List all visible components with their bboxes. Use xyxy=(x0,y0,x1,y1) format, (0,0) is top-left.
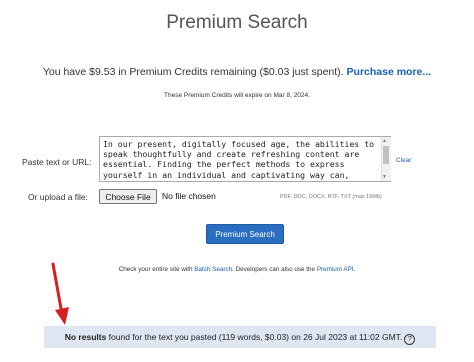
choose-file-button[interactable]: Choose File xyxy=(99,189,157,204)
scroll-up-arrow-icon[interactable]: ▲ xyxy=(382,138,387,144)
scroll-down-arrow-icon[interactable]: ▼ xyxy=(382,174,387,180)
scrollbar-thumb[interactable] xyxy=(383,146,389,164)
batch-search-link[interactable]: Batch Search xyxy=(194,266,232,273)
batch-suffix: . xyxy=(353,266,356,273)
batch-prefix: Check your entire site with xyxy=(118,266,195,273)
purchase-more-link[interactable]: Purchase more... xyxy=(347,66,432,78)
page-title: Premium Search xyxy=(166,12,308,33)
paste-label: Paste text or URL: xyxy=(22,157,92,167)
question-circle-icon[interactable]: ? xyxy=(404,334,416,345)
red-arrow-annotation-icon xyxy=(51,262,69,325)
result-message: No results found for the text you pasted… xyxy=(44,332,436,345)
text-input[interactable]: In our present, digitally focused age, t… xyxy=(99,136,391,182)
expire-note: These Premium Credits will expire on Mar… xyxy=(164,92,310,99)
result-status: No results xyxy=(64,332,107,342)
credits-line: You have $9.53 in Premium Credits remain… xyxy=(0,66,474,78)
credits-text: You have $9.53 in Premium Credits remain… xyxy=(42,66,344,78)
clear-link[interactable]: Clear xyxy=(396,157,412,164)
upload-label: Or upload a file: xyxy=(28,192,89,202)
file-formats-note: PDF, DOC, DOCX, RTF, TXT (max 16Mb) xyxy=(280,194,382,200)
result-details: found for the text you pasted (119 words… xyxy=(106,332,403,342)
batch-middle: . Developers can also use the xyxy=(232,266,317,273)
premium-search-button[interactable]: Premium Search xyxy=(206,224,284,244)
no-file-text: No file chosen xyxy=(162,191,216,201)
premium-api-link[interactable]: Premium API xyxy=(317,266,354,273)
